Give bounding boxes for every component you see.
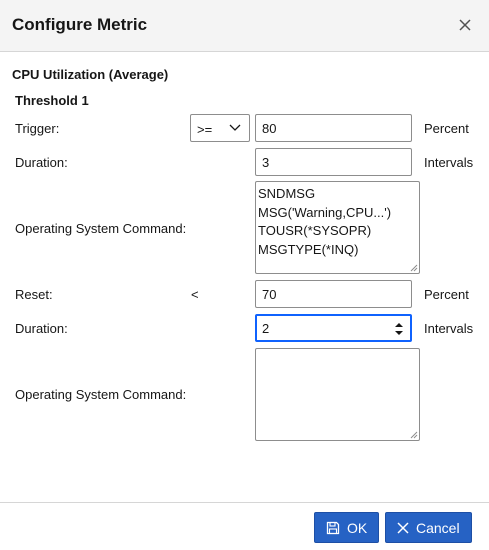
command-line: MSGTYPE(*INQ) [258, 241, 359, 257]
command-line: TOUSR(*SYSOPR) [258, 223, 372, 238]
trigger-operator-value: >= [197, 122, 213, 137]
trigger-command-textarea[interactable]: SNDMSG MSG('Warning,CPU...') TOUSR(*SYSO… [255, 181, 420, 274]
reset-command-label: Operating System Command: [15, 387, 187, 402]
configure-metric-dialog: Configure Metric CPU Utilization (Averag… [0, 0, 489, 550]
reset-duration-text: 2 [262, 321, 270, 336]
metric-name: CPU Utilization (Average) [12, 67, 169, 82]
resize-grip-icon[interactable] [410, 264, 418, 272]
reset-value-text: 70 [262, 287, 277, 302]
trigger-duration-label: Duration: [15, 155, 68, 170]
reset-value-input[interactable]: 70 [255, 280, 412, 308]
cancel-label: Cancel [416, 519, 460, 536]
x-icon [397, 521, 409, 534]
trigger-unit: Percent [424, 121, 469, 136]
ok-button[interactable]: OK [314, 512, 379, 543]
chevron-down-icon [229, 124, 241, 131]
command-line: MSG('Warning,CPU...') [258, 204, 392, 220]
trigger-operator-select[interactable]: >= [190, 114, 250, 142]
reset-command-textarea[interactable] [255, 348, 420, 441]
cancel-button[interactable]: Cancel [385, 512, 472, 543]
ok-label: OK [347, 519, 368, 536]
trigger-value-text: 80 [262, 121, 277, 136]
trigger-label: Trigger: [15, 121, 60, 136]
reset-unit: Percent [424, 287, 469, 302]
reset-duration-label: Duration: [15, 321, 68, 336]
trigger-value-input[interactable]: 80 [255, 114, 412, 142]
reset-label: Reset: [15, 287, 53, 302]
reset-duration-input[interactable]: 2 [255, 314, 412, 342]
trigger-duration-unit: Intervals [424, 155, 474, 170]
close-button[interactable] [452, 12, 478, 38]
command-line: SNDMSG [258, 186, 316, 201]
stepper-arrows-icon[interactable] [394, 322, 404, 336]
threshold-section-title: Threshold 1 [15, 93, 89, 108]
close-icon [459, 19, 471, 31]
reset-operator: < [191, 287, 199, 302]
resize-grip-icon[interactable] [410, 431, 418, 439]
reset-duration-unit: Intervals [424, 321, 474, 336]
dialog-header: Configure Metric [0, 0, 489, 52]
dialog-title: Configure Metric [12, 15, 148, 34]
trigger-command-label: Operating System Command: [15, 221, 187, 236]
save-icon [326, 521, 340, 535]
trigger-duration-input[interactable]: 3 [255, 148, 412, 176]
dialog-footer: OK Cancel [0, 502, 489, 550]
trigger-duration-text: 3 [262, 155, 270, 170]
